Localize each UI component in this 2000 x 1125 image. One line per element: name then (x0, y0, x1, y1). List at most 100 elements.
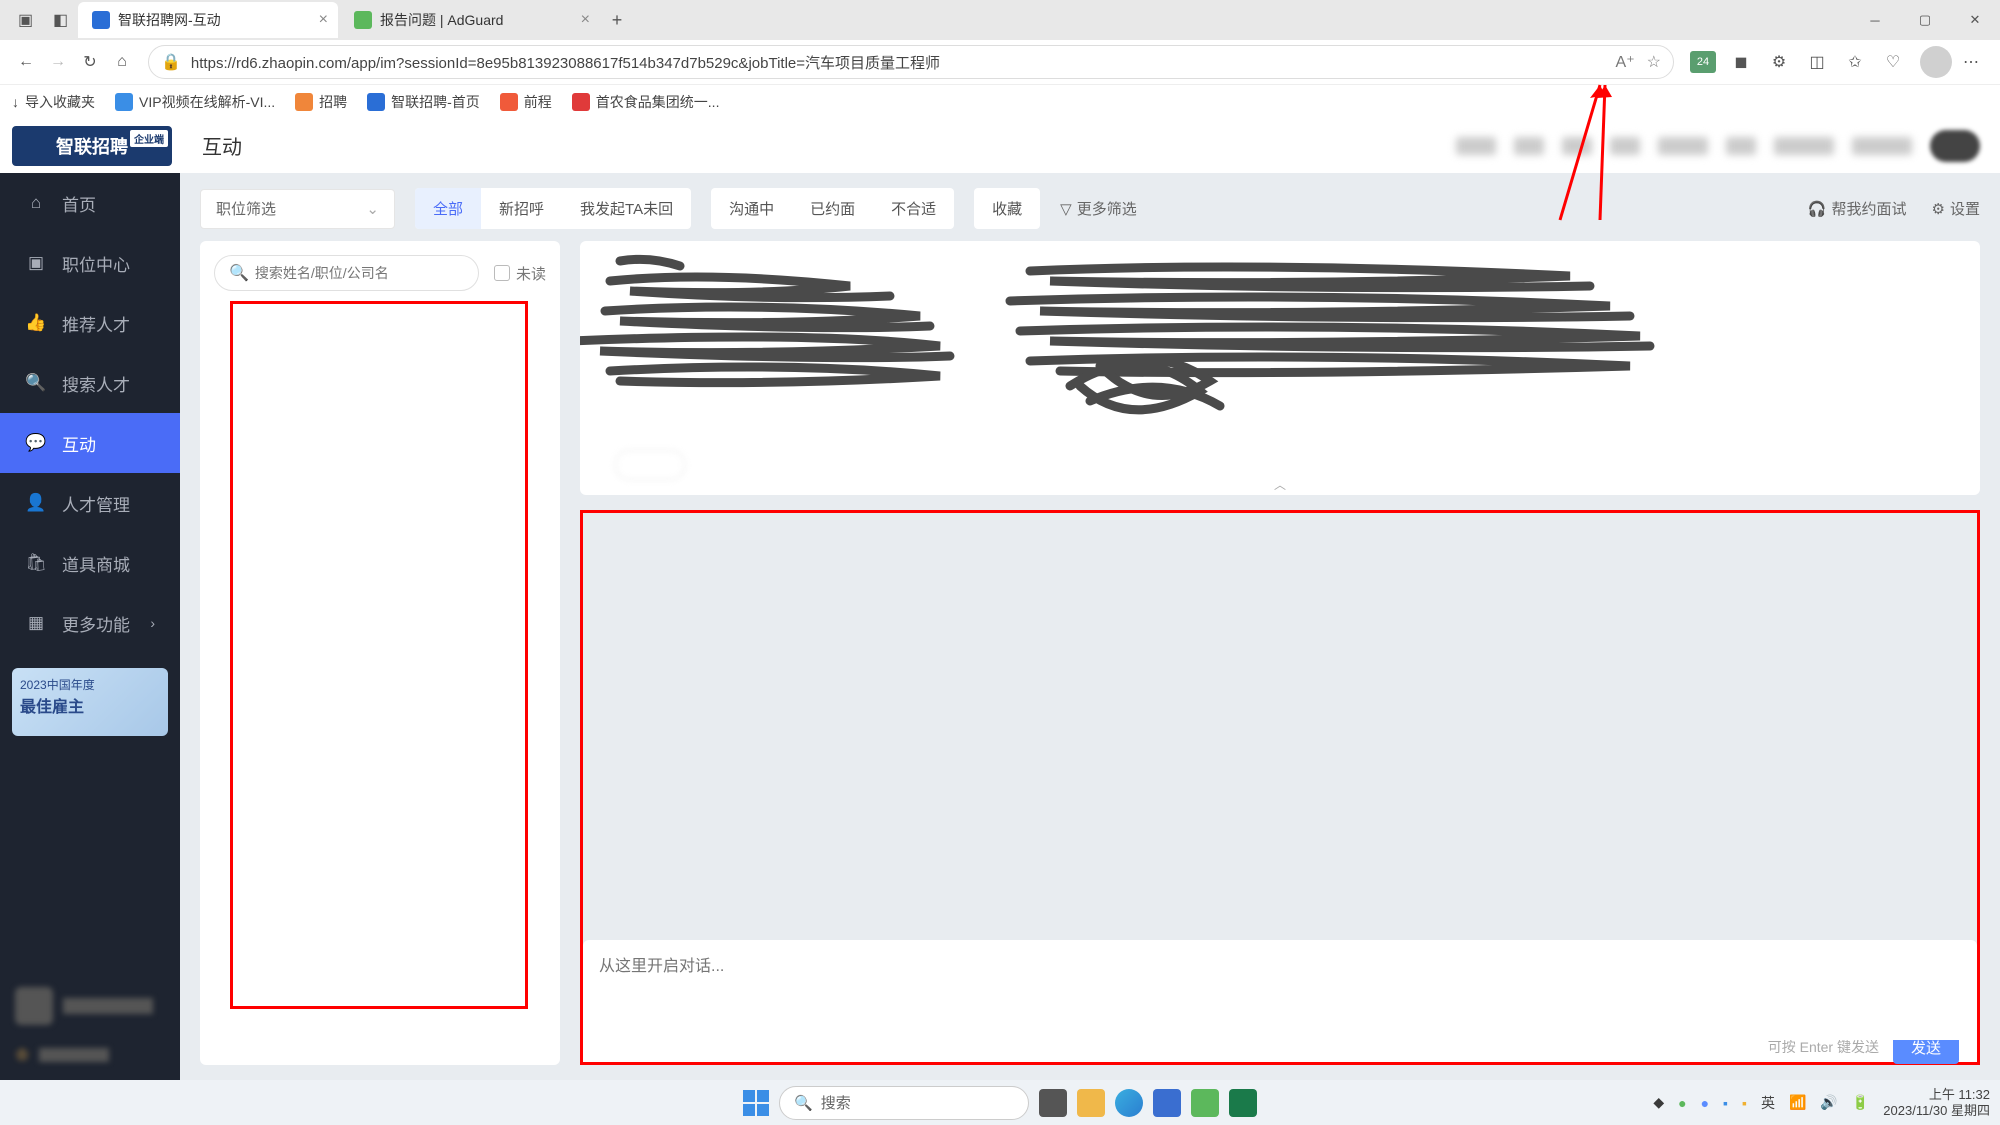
bookmark-item[interactable]: 前程 (500, 92, 552, 112)
sidebar-item-recommend[interactable]: 👍推荐人才 (0, 293, 180, 353)
tray-icon[interactable]: ◆ (1653, 1094, 1664, 1111)
adguard-extension-icon[interactable]: 24 (1689, 48, 1717, 76)
header-link-redacted[interactable] (1610, 137, 1640, 155)
favorite-star-icon[interactable]: ☆ (1647, 52, 1661, 72)
tab-list-icon[interactable]: ◧ (48, 8, 73, 33)
sidebar-toggle-icon[interactable]: ◫ (1803, 48, 1831, 76)
sidebar-item-search[interactable]: 🔍搜索人才 (0, 353, 180, 413)
taskbar-clock[interactable]: 上午 11:32 2023/11/30 星期四 (1883, 1087, 1990, 1118)
tab-title: 报告问题 | AdGuard (380, 10, 503, 30)
excel-icon[interactable] (1229, 1089, 1257, 1117)
user-avatar-redacted[interactable] (1930, 130, 1980, 162)
volume-icon[interactable]: 🔊 (1820, 1094, 1837, 1111)
bookmark-item[interactable]: 首农食品集团统一... (572, 92, 720, 112)
maximize-button[interactable]: ▢ (1900, 0, 1950, 40)
close-icon[interactable]: × (319, 11, 328, 29)
taskbar-search[interactable]: 🔍搜索 (779, 1086, 1029, 1120)
sidebar-item-chat[interactable]: 💬互动 (0, 413, 180, 473)
filter-tab-unfit[interactable]: 不合适 (873, 188, 954, 229)
position-filter-select[interactable]: 职位筛选⌄ (200, 189, 395, 229)
sidebar-item-talent[interactable]: 👤人才管理 (0, 473, 180, 533)
collections-icon[interactable]: ♡ (1879, 48, 1907, 76)
extension-icon[interactable]: ⚙ (1765, 48, 1793, 76)
search-icon: 🔍 (229, 263, 249, 283)
filter-tab-scheduled[interactable]: 已约面 (792, 188, 873, 229)
tray-icon[interactable]: ▪ (1742, 1095, 1747, 1111)
sidebar-user-redacted[interactable] (15, 987, 165, 1025)
unread-checkbox[interactable]: 未读 (494, 263, 546, 284)
app-icon[interactable] (1153, 1089, 1181, 1117)
header-link-redacted[interactable] (1658, 137, 1708, 155)
close-icon[interactable]: × (581, 11, 590, 29)
chat-input[interactable] (599, 952, 1961, 988)
new-tab-button[interactable]: + (602, 5, 632, 35)
tab-title: 智联招聘网-互动 (118, 10, 221, 30)
sidebar-banner[interactable]: 2023中国年度 最佳雇主 (12, 668, 168, 736)
page-title: 互动 (202, 131, 242, 160)
tab-overview-icon[interactable]: ▣ (13, 8, 38, 33)
sidebar-vip-redacted[interactable]: ♔ (15, 1045, 165, 1065)
read-aloud-icon[interactable]: A⁺ (1616, 52, 1635, 72)
extension-icon[interactable]: ◼ (1727, 48, 1755, 76)
header-link-redacted[interactable] (1774, 137, 1834, 155)
bookmark-item[interactable]: 智联招聘-首页 (367, 92, 480, 112)
address-bar[interactable]: 🔒 A⁺ ☆ (148, 45, 1674, 79)
chevron-down-icon: ⌄ (366, 200, 379, 218)
sidebar-item-shop[interactable]: 🛍道具商城 (0, 533, 180, 593)
tray-icon[interactable]: ● (1701, 1095, 1709, 1111)
filter-row: 职位筛选⌄ 全部 新招呼 我发起TA未回 沟通中 已约面 不合适 收藏 ▽更多筛… (200, 188, 1980, 229)
sidebar-item-more[interactable]: ▦更多功能› (0, 593, 180, 653)
home-button[interactable]: ⌂ (106, 46, 138, 78)
more-filters-link[interactable]: ▽更多筛选 (1060, 198, 1137, 219)
search-input[interactable] (255, 265, 464, 281)
browser-tab-active[interactable]: 智联招聘网-互动 × (78, 2, 338, 38)
bookmark-item[interactable]: VIP视频在线解析-VI... (115, 92, 275, 112)
enter-hint: 可按 Enter 键发送 (1768, 1037, 1879, 1057)
home-icon: ⌂ (25, 192, 47, 214)
wechat-icon[interactable] (1191, 1089, 1219, 1117)
edge-icon[interactable] (1115, 1089, 1143, 1117)
bookmark-bar: ↓导入收藏夹 VIP视频在线解析-VI... 招聘 智联招聘-首页 前程 首农食… (0, 84, 2000, 118)
tray-icon[interactable]: ● (1678, 1095, 1686, 1111)
collapse-icon[interactable]: ︿ (1274, 476, 1286, 493)
menu-icon[interactable]: ⋯ (1957, 48, 1985, 76)
refresh-button[interactable]: ↻ (74, 46, 106, 78)
header-link-redacted[interactable] (1726, 137, 1756, 155)
browser-tab-bar: ▣ ◧ 智联招聘网-互动 × 报告问题 | AdGuard × + ─ ▢ ✕ (0, 0, 2000, 40)
filter-tab-favorite[interactable]: 收藏 (974, 188, 1040, 229)
conversation-search[interactable]: 🔍 (214, 255, 479, 291)
chat-icon: 💬 (25, 432, 47, 454)
windows-start-icon[interactable] (743, 1090, 769, 1116)
header-link-redacted[interactable] (1852, 137, 1912, 155)
browser-tab[interactable]: 报告问题 | AdGuard × (340, 2, 600, 38)
filter-tab-all[interactable]: 全部 (415, 188, 481, 229)
back-button[interactable]: ← (10, 46, 42, 78)
header-link-redacted[interactable] (1562, 137, 1592, 155)
forward-button[interactable]: → (42, 46, 74, 78)
filter-tab-new[interactable]: 新招呼 (481, 188, 562, 229)
favorites-icon[interactable]: ✩ (1841, 48, 1869, 76)
minimize-button[interactable]: ─ (1850, 0, 1900, 40)
sidebar-item-home[interactable]: ⌂首页 (0, 173, 180, 233)
bookmark-item[interactable]: 招聘 (295, 92, 347, 112)
logo[interactable]: 智联招聘 企业端 (12, 126, 172, 166)
sidebar-item-positions[interactable]: ▣职位中心 (0, 233, 180, 293)
task-view-icon[interactable] (1039, 1089, 1067, 1117)
close-window-button[interactable]: ✕ (1950, 0, 2000, 40)
header-link-redacted[interactable] (1456, 137, 1496, 155)
header-link-redacted[interactable] (1514, 137, 1544, 155)
import-bookmarks[interactable]: ↓导入收藏夹 (12, 92, 95, 112)
settings-link[interactable]: ⚙设置 (1932, 198, 1980, 219)
wifi-icon[interactable]: 📶 (1789, 1094, 1806, 1111)
tray-icon[interactable]: ▪ (1723, 1095, 1728, 1111)
battery-icon[interactable]: 🔋 (1852, 1094, 1869, 1111)
url-input[interactable] (191, 54, 1616, 71)
explorer-icon[interactable] (1077, 1089, 1105, 1117)
filter-tab-noreply[interactable]: 我发起TA未回 (562, 188, 691, 229)
lock-icon: 🔒 (161, 52, 181, 72)
help-interview-link[interactable]: 🎧帮我约面试 (1808, 198, 1907, 219)
chat-input-area[interactable] (583, 940, 1977, 1040)
ime-indicator[interactable]: 英 (1761, 1093, 1775, 1113)
filter-tab-talking[interactable]: 沟通中 (711, 188, 792, 229)
profile-avatar[interactable] (1920, 46, 1952, 78)
